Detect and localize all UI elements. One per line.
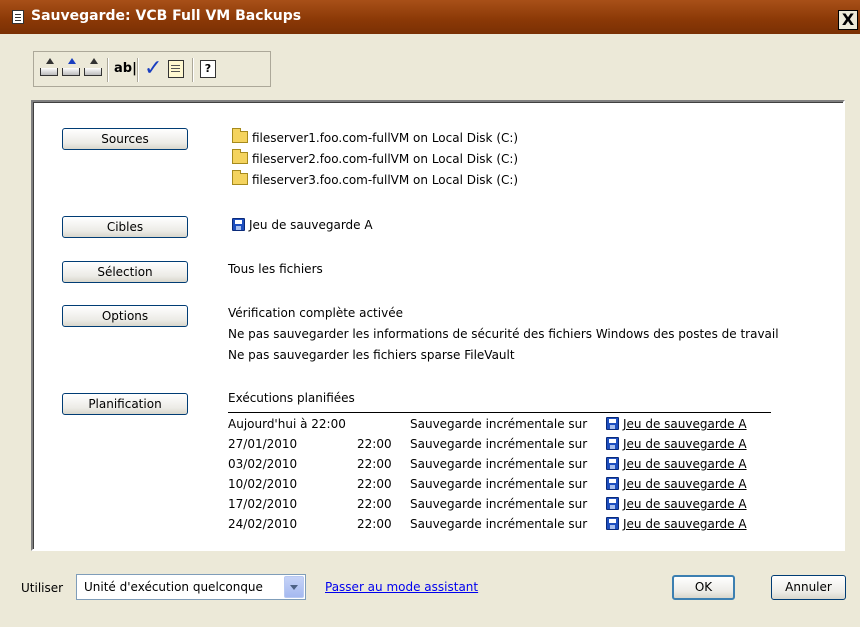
- schedule-target[interactable]: Jeu de sauvegarde A: [606, 497, 747, 511]
- option-line: Ne pas sauvegarder les informations de s…: [228, 327, 779, 341]
- schedule-time: 22:00: [357, 497, 392, 511]
- schedule-action: Sauvegarde incrémentale sur: [410, 497, 588, 511]
- wizard-mode-link[interactable]: Passer au mode assistant: [325, 580, 478, 594]
- window-title: Sauvegarde: VCB Full VM Backups: [31, 8, 302, 24]
- backup-tray-icon[interactable]: [40, 58, 58, 76]
- executor-select[interactable]: Unité d'exécution quelconque: [76, 574, 306, 600]
- schedule-time: 22:00: [357, 437, 392, 451]
- option-line: Vérification complète activée: [228, 306, 403, 320]
- backup-set-icon: [606, 497, 619, 510]
- source-item: fileserver1.foo.com-fullVM on Local Disk…: [232, 128, 518, 145]
- options-button[interactable]: Options: [62, 305, 188, 327]
- schedule-action: Sauvegarde incrémentale sur: [410, 417, 588, 431]
- schedule-time: 22:00: [357, 477, 392, 491]
- source-item: fileserver2.foo.com-fullVM on Local Disk…: [232, 149, 518, 166]
- schedule-button[interactable]: Planification: [62, 393, 188, 415]
- schedule-time: 22:00: [357, 517, 392, 531]
- schedule-divider: [228, 412, 771, 413]
- source-item: fileserver3.foo.com-fullVM on Local Disk…: [232, 170, 518, 187]
- sources-button[interactable]: Sources: [62, 128, 188, 150]
- eject-tray-icon[interactable]: [84, 58, 102, 76]
- schedule-date: 03/02/2010: [228, 457, 298, 471]
- rename-icon[interactable]: ab|: [114, 61, 137, 76]
- schedule-action: Sauvegarde incrémentale sur: [410, 457, 588, 471]
- help-icon[interactable]: ?: [200, 60, 216, 78]
- option-line: Ne pas sauvegarder les fichiers sparse F…: [228, 348, 515, 362]
- schedule-date: 24/02/2010: [228, 517, 298, 531]
- backup-set-icon: [606, 517, 619, 530]
- backup-set-icon: [606, 417, 619, 430]
- schedule-heading: Exécutions planifiées: [228, 391, 355, 405]
- schedule-action: Sauvegarde incrémentale sur: [410, 437, 588, 451]
- use-label: Utiliser: [21, 581, 64, 595]
- backup-set-icon: [606, 437, 619, 450]
- schedule-action: Sauvegarde incrémentale sur: [410, 517, 588, 531]
- cancel-button[interactable]: Annuler: [771, 575, 846, 600]
- selection-value: Tous les fichiers: [228, 262, 323, 276]
- target-item: Jeu de sauvegarde A: [232, 218, 373, 232]
- targets-button[interactable]: Cibles: [62, 216, 188, 238]
- schedule-date: 27/01/2010: [228, 437, 298, 451]
- folder-icon: [232, 128, 248, 143]
- executor-selected-value: Unité d'exécution quelconque: [84, 580, 263, 594]
- schedule-target[interactable]: Jeu de sauvegarde A: [606, 517, 747, 531]
- folder-icon: [232, 149, 248, 164]
- backup-set-icon: [606, 457, 619, 470]
- chevron-down-icon[interactable]: [284, 576, 304, 598]
- folder-icon: [232, 170, 248, 185]
- verify-check-icon[interactable]: ✓: [144, 56, 162, 81]
- schedule-action: Sauvegarde incrémentale sur: [410, 477, 588, 491]
- schedule-date: 17/02/2010: [228, 497, 298, 511]
- schedule-date: Aujourd'hui à 22:00: [228, 417, 346, 431]
- backup-set-icon: [232, 218, 245, 231]
- schedule-target[interactable]: Jeu de sauvegarde A: [606, 457, 747, 471]
- toolbar-separator: [137, 58, 138, 82]
- backup-set-icon: [606, 477, 619, 490]
- title-bar[interactable]: Sauvegarde: VCB Full VM Backups: [0, 0, 860, 34]
- restore-tray-icon[interactable]: [62, 58, 80, 76]
- selection-button[interactable]: Sélection: [62, 261, 188, 283]
- schedule-target[interactable]: Jeu de sauvegarde A: [606, 437, 747, 451]
- schedule-target[interactable]: Jeu de sauvegarde A: [606, 417, 747, 431]
- ok-button[interactable]: OK: [672, 575, 735, 600]
- schedule-date: 10/02/2010: [228, 477, 298, 491]
- schedule-time: 22:00: [357, 457, 392, 471]
- edit-script-icon[interactable]: [168, 60, 184, 78]
- toolbar-separator: [192, 58, 193, 82]
- toolbar-separator: [107, 58, 108, 82]
- schedule-target[interactable]: Jeu de sauvegarde A: [606, 477, 747, 491]
- toolbar: ab| ✓ ?: [33, 51, 271, 87]
- close-button[interactable]: X: [838, 10, 858, 30]
- document-icon: [12, 10, 24, 24]
